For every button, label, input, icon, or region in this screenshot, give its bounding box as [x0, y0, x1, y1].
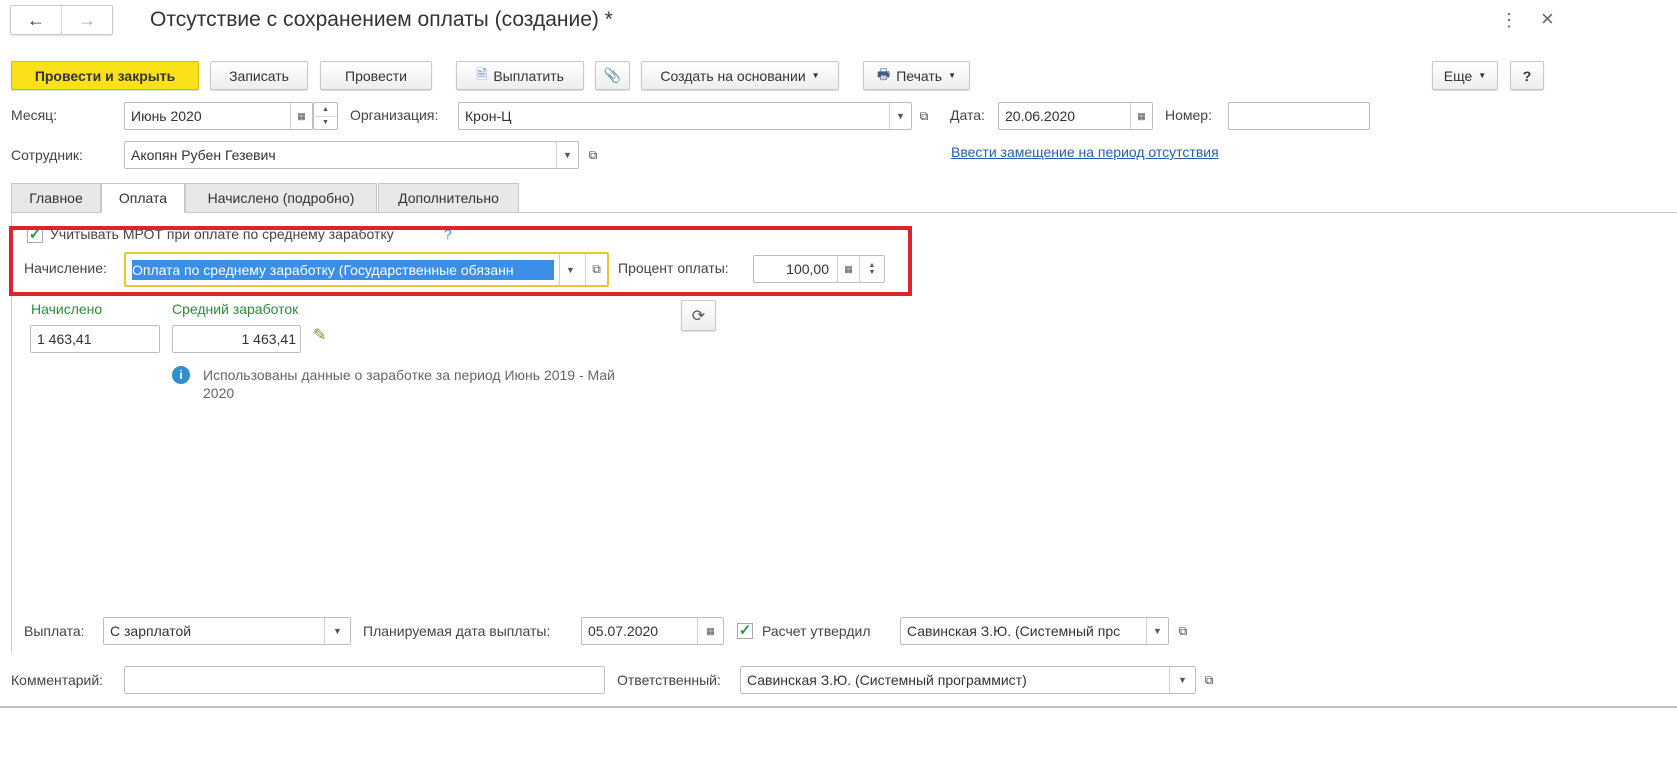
bottom-divider	[0, 706, 1677, 708]
month-spinner[interactable]: ▲ ▼	[313, 102, 338, 130]
info-text-line1: Использованы данные о заработке за перио…	[203, 367, 615, 383]
paperclip-icon: 📎	[603, 67, 622, 83]
pay-button[interactable]: 🗎 Выплатить	[456, 61, 584, 90]
window-title: Отсутствие с сохранением оплаты (создани…	[150, 8, 613, 31]
open-icon[interactable]: ⧉	[1172, 620, 1194, 642]
payout-label: Выплата:	[24, 623, 85, 639]
close-icon[interactable]: ×	[1541, 6, 1554, 32]
planned-date-field[interactable]: 05.07.2020 ▦	[581, 617, 724, 645]
comment-field[interactable]	[124, 666, 605, 694]
forward-icon[interactable]: →	[62, 6, 112, 34]
more-menu-icon[interactable]: ⋮	[1500, 10, 1518, 31]
info-text-line2: 2020	[203, 385, 235, 401]
employee-label: Сотрудник:	[11, 147, 83, 163]
tab-main[interactable]: Главное	[11, 183, 101, 213]
number-label: Номер:	[1165, 107, 1212, 123]
dropdown-arrow-icon[interactable]: ▼	[324, 618, 350, 644]
dropdown-arrow-icon[interactable]: ▼	[889, 103, 911, 129]
calendar-icon[interactable]: ▦	[290, 103, 312, 129]
info-icon: i	[172, 366, 190, 384]
printer-icon: 🖶	[876, 65, 891, 82]
responsible-field[interactable]: Савинская З.Ю. (Системный программист) ▼	[740, 666, 1196, 694]
number-field[interactable]	[1228, 102, 1370, 130]
help-button[interactable]: ?	[1510, 61, 1544, 90]
dropdown-arrow-icon[interactable]: ▼	[1146, 618, 1168, 644]
annotation-red-box	[9, 226, 912, 296]
accrued-field[interactable]: 1 463,41	[30, 325, 160, 353]
approved-checkbox[interactable]: ✓	[737, 623, 753, 639]
tab-accrued-detailed[interactable]: Начислено (подробно)	[185, 183, 377, 213]
dropdown-arrow-icon: ▼	[948, 71, 956, 80]
open-icon[interactable]: ⧉	[1198, 669, 1220, 691]
refresh-icon: ⟳	[691, 307, 706, 325]
pencil-icon[interactable]: ✎	[313, 325, 326, 345]
date-label: Дата:	[950, 107, 985, 123]
accrued-label: Начислено	[31, 301, 103, 317]
open-icon[interactable]: ⧉	[582, 144, 604, 166]
refresh-button[interactable]: ⟳	[681, 300, 716, 331]
organization-label: Организация:	[350, 107, 439, 123]
tab-additional[interactable]: Дополнительно	[378, 183, 519, 213]
create-based-on-button[interactable]: Создать на основании ▼	[641, 61, 839, 90]
more-button[interactable]: Еще ▼	[1432, 61, 1498, 90]
dropdown-arrow-icon: ▼	[1478, 71, 1487, 80]
organization-field[interactable]: Крон-Ц ▼	[458, 102, 912, 130]
responsible-label: Ответственный:	[617, 672, 721, 688]
replacement-link[interactable]: Ввести замещение на период отсутствия	[951, 144, 1219, 160]
save-button[interactable]: Записать	[210, 61, 308, 90]
month-label: Месяц:	[11, 107, 58, 123]
approved-by-field[interactable]: Савинская З.Ю. (Системный прс ▼	[900, 617, 1169, 645]
post-and-close-button[interactable]: Провести и закрыть	[11, 61, 199, 90]
comment-label: Комментарий:	[11, 672, 104, 688]
approved-label: Расчет утвердил	[762, 623, 871, 639]
date-field[interactable]: 20.06.2020 ▦	[998, 102, 1153, 130]
nav-buttons: ← →	[10, 5, 113, 35]
dropdown-arrow-icon[interactable]: ▼	[556, 142, 578, 168]
back-icon[interactable]: ←	[11, 6, 62, 34]
dropdown-arrow-icon[interactable]: ▼	[1169, 667, 1195, 693]
avg-earnings-label: Средний заработок	[172, 301, 299, 317]
open-icon[interactable]: ⧉	[913, 105, 935, 127]
dropdown-arrow-icon: ▼	[811, 71, 820, 80]
attach-button[interactable]: 📎	[595, 61, 630, 90]
post-button[interactable]: Провести	[320, 61, 432, 90]
planned-date-label: Планируемая дата выплаты:	[363, 623, 551, 639]
tab-payment[interactable]: Оплата	[101, 183, 185, 213]
payout-field[interactable]: С зарплатой ▼	[103, 617, 351, 645]
month-field[interactable]: Июнь 2020 ▦	[124, 102, 313, 130]
calendar-icon[interactable]: ▦	[697, 618, 723, 644]
calendar-icon[interactable]: ▦	[1130, 103, 1152, 129]
avg-earnings-field[interactable]: 1 463,41	[172, 325, 301, 353]
print-button[interactable]: 🖶 Печать ▼	[863, 61, 970, 90]
document-coins-icon: 🗎	[476, 65, 488, 82]
employee-field[interactable]: Акопян Рубен Гезевич ▼	[124, 141, 579, 169]
